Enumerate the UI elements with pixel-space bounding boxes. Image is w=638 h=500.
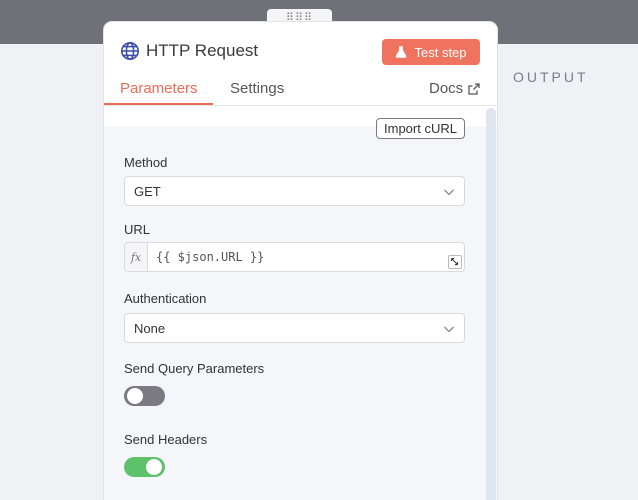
toggle-knob	[127, 388, 143, 404]
authentication-value: None	[134, 321, 166, 336]
url-input[interactable]: fx {{ $json.URL }}	[124, 242, 465, 272]
authentication-label: Authentication	[124, 291, 207, 306]
method-value: GET	[134, 184, 161, 199]
chevron-down-icon	[444, 189, 454, 196]
expression-fx-icon[interactable]: fx	[125, 243, 148, 271]
send-headers-toggle[interactable]	[124, 457, 165, 477]
test-step-button[interactable]: Test step	[382, 39, 480, 65]
node-details-panel: HTTP Request Test step Parameters Settin…	[104, 22, 497, 500]
header-divider	[104, 105, 497, 106]
method-label: Method	[124, 155, 168, 170]
send-query-parameters-toggle[interactable]	[124, 386, 165, 406]
url-label: URL	[124, 222, 151, 237]
active-tab-indicator	[104, 103, 213, 105]
docs-label: Docs	[429, 80, 464, 97]
method-select[interactable]: GET	[124, 176, 465, 206]
authentication-select[interactable]: None	[124, 313, 465, 343]
import-curl-button[interactable]: Import cURL	[376, 118, 465, 139]
external-link-icon	[468, 82, 480, 95]
chevron-down-icon	[444, 326, 454, 333]
globe-icon	[121, 42, 139, 60]
send-query-parameters-label: Send Query Parameters	[124, 361, 265, 376]
node-title: HTTP Request	[146, 41, 259, 60]
tab-settings[interactable]: Settings	[230, 80, 284, 97]
expand-icon[interactable]	[448, 255, 462, 269]
url-value: {{ $json.URL }}	[156, 250, 265, 264]
tab-parameters[interactable]: Parameters	[120, 80, 198, 97]
docs-link[interactable]: Docs	[429, 80, 480, 97]
scrollbar[interactable]	[486, 108, 496, 500]
panel-header: HTTP Request Test step Parameters Settin…	[104, 22, 497, 126]
flask-icon	[396, 46, 407, 58]
output-panel-label: OUTPUT	[513, 69, 589, 85]
test-step-label: Test step	[414, 44, 467, 60]
toggle-knob	[146, 459, 162, 475]
send-headers-label: Send Headers	[124, 432, 208, 447]
